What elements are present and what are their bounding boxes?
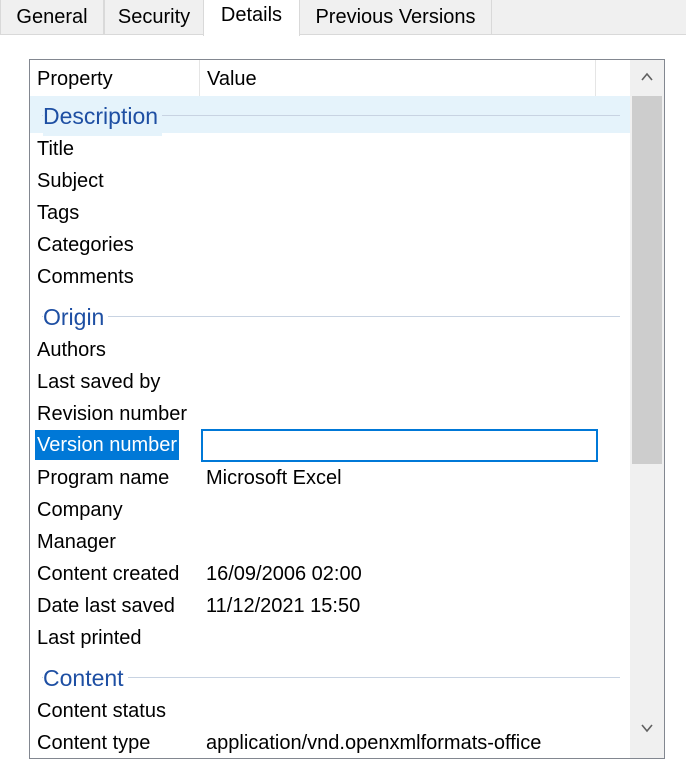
scroll-up-button[interactable] bbox=[630, 60, 664, 94]
list-header: Property Value bbox=[30, 60, 630, 97]
property-value: application/vnd.openxmlformats-office bbox=[206, 732, 542, 754]
group-title: Content bbox=[43, 658, 128, 698]
property-name: Categories bbox=[37, 234, 134, 256]
list-item[interactable]: Date last saved 11/12/2021 15:50 bbox=[30, 590, 630, 622]
tab-general-label: General bbox=[16, 6, 88, 28]
list-item[interactable]: Company bbox=[30, 494, 630, 526]
property-name: Subject bbox=[37, 170, 104, 192]
scroll-down-button[interactable] bbox=[630, 711, 664, 745]
property-name: Program name bbox=[37, 467, 170, 489]
property-name: Company bbox=[37, 499, 123, 521]
tab-strip: General Security Details Previous Versio… bbox=[0, 0, 686, 36]
property-value: 11/12/2021 15:50 bbox=[206, 595, 361, 617]
list-item[interactable]: Content type application/vnd.openxmlforma… bbox=[30, 727, 630, 758]
list-item[interactable]: Authors bbox=[30, 334, 630, 366]
list-item[interactable]: Categories bbox=[30, 229, 630, 261]
list-item[interactable]: Comments bbox=[30, 261, 630, 293]
scrollbar-thumb[interactable] bbox=[632, 96, 662, 464]
property-name: Manager bbox=[37, 531, 116, 553]
group-divider bbox=[42, 316, 620, 317]
column-header-property-label: Property bbox=[37, 68, 113, 90]
property-name: Last saved by bbox=[37, 371, 161, 393]
column-header-value-label: Value bbox=[207, 68, 257, 90]
list-item[interactable]: Subject bbox=[30, 165, 630, 197]
group-header-origin[interactable]: Origin bbox=[30, 297, 630, 337]
property-value: Microsoft Excel bbox=[206, 467, 342, 489]
property-value: 16/09/2006 02:00 bbox=[206, 563, 362, 585]
list-item[interactable]: Content created 16/09/2006 02:00 bbox=[30, 558, 630, 590]
column-header-property[interactable]: Property bbox=[30, 60, 200, 96]
group-title: Description bbox=[43, 96, 163, 136]
list-item[interactable]: Revision number bbox=[30, 398, 630, 430]
property-name: Content status bbox=[37, 700, 166, 722]
group-header-description[interactable]: Description bbox=[30, 96, 630, 136]
tab-security[interactable]: Security bbox=[104, 0, 204, 34]
property-name: Tags bbox=[37, 202, 80, 224]
column-header-value[interactable]: Value bbox=[200, 60, 596, 96]
property-name: Last printed bbox=[37, 627, 142, 649]
list-item[interactable]: Tags bbox=[30, 197, 630, 229]
tab-details-label: Details bbox=[220, 4, 283, 26]
list-item[interactable]: Title bbox=[30, 133, 630, 165]
chevron-up-icon bbox=[641, 72, 653, 81]
property-name: Version number bbox=[35, 430, 180, 460]
property-name: Date last saved bbox=[37, 595, 175, 617]
group-divider bbox=[42, 677, 620, 678]
tab-general[interactable]: General bbox=[0, 0, 104, 34]
tab-security-label: Security bbox=[117, 6, 191, 28]
list-item[interactable]: Content status bbox=[30, 695, 630, 727]
property-name: Revision number bbox=[37, 403, 188, 425]
list-item-selected[interactable]: Version number bbox=[30, 429, 630, 462]
property-name: Title bbox=[37, 138, 75, 160]
property-name: Comments bbox=[37, 266, 134, 288]
property-name: Content type bbox=[37, 732, 151, 754]
list-item[interactable]: Program name Microsoft Excel bbox=[30, 462, 630, 494]
property-name: Content created bbox=[37, 563, 180, 585]
tab-details[interactable]: Details bbox=[203, 0, 300, 36]
list-item[interactable]: Last printed bbox=[30, 622, 630, 654]
group-header-content[interactable]: Content bbox=[30, 658, 630, 698]
property-name: Authors bbox=[37, 339, 106, 361]
tab-previous-versions-label: Previous Versions bbox=[315, 6, 476, 28]
vertical-scrollbar[interactable] bbox=[630, 60, 664, 758]
tab-previous-versions[interactable]: Previous Versions bbox=[299, 0, 492, 34]
chevron-down-icon bbox=[641, 724, 653, 733]
list-item[interactable]: Manager bbox=[30, 526, 630, 558]
version-number-edit-field[interactable] bbox=[201, 429, 598, 462]
properties-list[interactable]: Property Value Description Title Subject… bbox=[29, 59, 665, 759]
list-item[interactable]: Last saved by bbox=[30, 366, 630, 398]
group-title: Origin bbox=[43, 297, 109, 337]
